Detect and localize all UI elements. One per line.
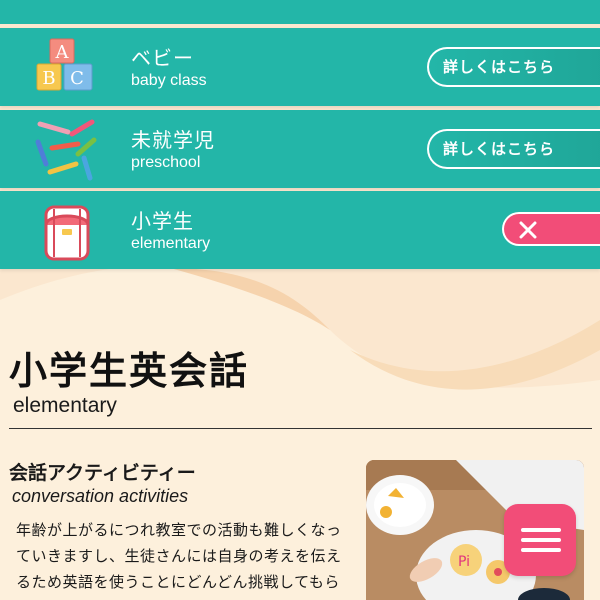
svg-text:C: C — [70, 68, 84, 89]
page-title: 小学生英会話 — [9, 349, 250, 393]
nav-item-title: 小学生 — [131, 209, 194, 233]
abc-blocks-icon: A B C — [32, 36, 100, 100]
details-button[interactable]: 詳しくはこちら — [427, 129, 600, 169]
svg-text:Pi: Pi — [458, 554, 470, 570]
nav-item-subtitle: baby class — [131, 72, 207, 89]
page-subtitle: elementary — [13, 394, 117, 417]
nav-item-subtitle: elementary — [131, 235, 211, 252]
svg-text:B: B — [42, 68, 55, 89]
top-nav-strip — [0, 0, 600, 24]
nav-item-elementary[interactable]: 小学生 elementary — [0, 191, 600, 269]
nav-item-subtitle: preschool — [131, 154, 201, 171]
close-button[interactable] — [502, 212, 600, 246]
section-body: 年齢が上がるにつれ教室での活動も難しくなっていきますし、生徒さんには自身の考えを… — [16, 521, 342, 600]
nav-item-title: ベビー — [131, 46, 194, 70]
section-subtitle: conversation activities — [12, 486, 189, 506]
nav-item-title: 未就学児 — [131, 128, 215, 152]
menu-button[interactable] — [504, 504, 576, 576]
school-backpack-icon — [32, 199, 100, 263]
section-title: 会話アクティビティー — [9, 462, 196, 484]
nav-item-baby[interactable]: A B C ベビー baby class 詳しくはこちら — [0, 28, 600, 106]
details-button[interactable]: 詳しくはこちら — [427, 47, 600, 87]
nav-item-preschool[interactable]: 未就学児 preschool 詳しくはこちら — [0, 110, 600, 188]
divider — [9, 428, 592, 429]
crayons-icon — [32, 118, 100, 182]
svg-text:A: A — [55, 42, 70, 63]
close-icon — [519, 221, 537, 239]
